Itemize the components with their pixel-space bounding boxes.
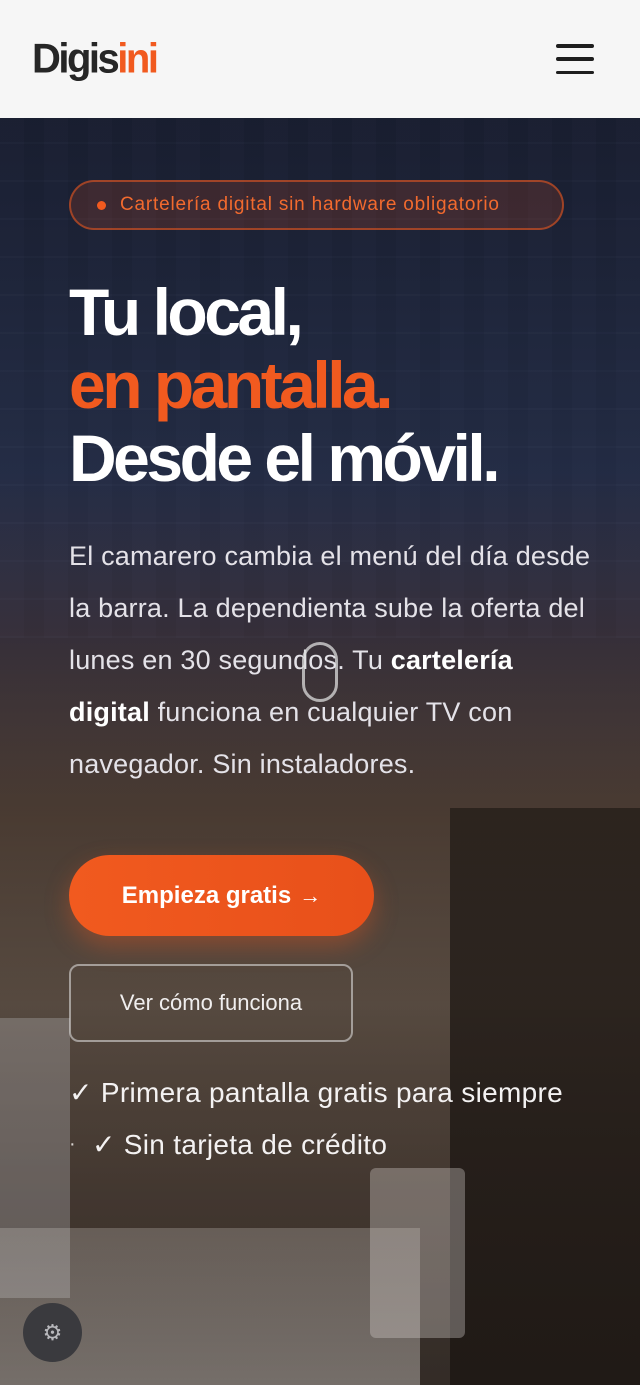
gear-icon[interactable]: ⚙ — [23, 1303, 82, 1362]
headline-line-3: Desde el móvil. — [69, 421, 501, 495]
perk-no-card: · ✓ Sin tarjeta de crédito — [69, 1128, 387, 1161]
hamburger-menu-icon[interactable] — [556, 44, 594, 74]
background-cup — [370, 1168, 465, 1338]
hero-badge: Cartelería digital sin hardware obligato… — [69, 180, 564, 230]
badge-dot-icon — [97, 200, 106, 210]
logo-part-accent: ini — [117, 35, 159, 82]
perk-separator: · — [69, 1133, 76, 1155]
perk-no-card-text: ✓ Sin tarjeta de crédito — [91, 1129, 388, 1160]
arrow-right-icon: → — [299, 882, 322, 908]
scroll-indicator-icon — [302, 642, 338, 702]
how-it-works-button[interactable]: Ver cómo funciona — [69, 964, 353, 1042]
start-free-button[interactable]: Empieza gratis → — [69, 855, 374, 936]
menu-bar — [556, 44, 594, 48]
headline-line-2: en pantalla. — [69, 348, 394, 422]
hero-headline: Tu local, en pantalla. Desde el móvil. — [69, 275, 501, 495]
headline-line-1: Tu local, — [69, 275, 304, 349]
how-it-works-label: Ver cómo funciona — [119, 990, 303, 1015]
logo-part-dark: Digis — [32, 35, 120, 82]
badge-text: Cartelería digital sin hardware obligato… — [120, 194, 500, 215]
menu-bar — [556, 57, 594, 61]
site-header: Digisini — [0, 0, 640, 118]
logo[interactable]: Digisini — [32, 35, 159, 82]
perk-free-screen: ✓ Primera pantalla gratis para siempre — [69, 1077, 563, 1108]
menu-bar — [556, 70, 594, 74]
start-free-label: Empieza gratis — [121, 881, 292, 909]
hero-section: Cartelería digital sin hardware obligato… — [0, 118, 640, 1385]
